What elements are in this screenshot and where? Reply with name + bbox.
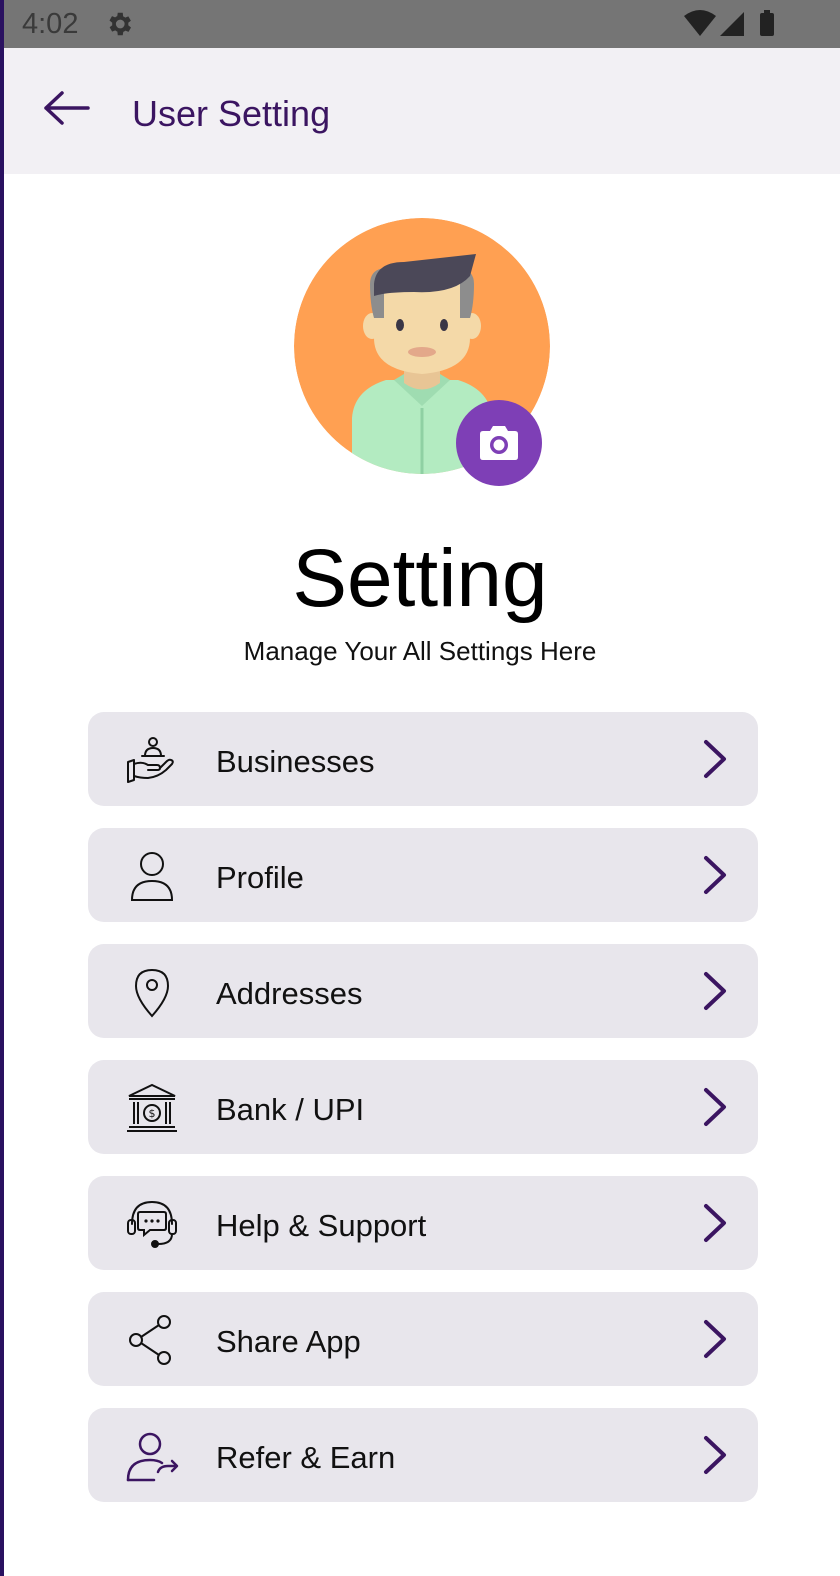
status-time: 4:02 bbox=[22, 8, 79, 40]
menu-item-refer-earn[interactable]: Refer & Earn bbox=[88, 1408, 758, 1502]
wifi-icon bbox=[684, 10, 716, 36]
chevron-right-icon bbox=[700, 970, 730, 1012]
menu-item-label: Help & Support bbox=[216, 1208, 427, 1243]
share-icon bbox=[124, 1314, 180, 1366]
menu-item-label: Profile bbox=[216, 860, 304, 895]
menu-item-share-app[interactable]: Share App bbox=[88, 1292, 758, 1386]
menu-item-label: Bank / UPI bbox=[216, 1092, 365, 1127]
status-icons bbox=[684, 10, 784, 43]
refer-user-icon bbox=[124, 1430, 180, 1482]
camera-icon bbox=[480, 426, 518, 460]
back-button[interactable] bbox=[40, 88, 92, 132]
menu-item-bank-upi[interactable]: $ Bank / UPI bbox=[88, 1060, 758, 1154]
battery-icon bbox=[760, 10, 774, 36]
settings-gear-icon bbox=[104, 9, 134, 39]
menu-item-help-support[interactable]: Help & Support bbox=[88, 1176, 758, 1270]
menu-item-label: Refer & Earn bbox=[216, 1440, 396, 1475]
signal-icon bbox=[720, 12, 744, 36]
chevron-right-icon bbox=[700, 1086, 730, 1128]
app-bar-title: User Setting bbox=[132, 93, 331, 134]
hand-user-icon bbox=[124, 734, 180, 786]
svg-text:$: $ bbox=[149, 1107, 156, 1120]
settings-menu: Businesses Profile Addresses $ Bank / UP… bbox=[88, 712, 758, 1524]
left-edge-strip bbox=[0, 0, 4, 1576]
user-icon bbox=[124, 850, 180, 902]
chevron-right-icon bbox=[700, 738, 730, 780]
page-subtitle: Manage Your All Settings Here bbox=[243, 636, 597, 666]
headset-chat-icon bbox=[124, 1198, 180, 1250]
menu-item-label: Businesses bbox=[216, 744, 375, 779]
chevron-right-icon bbox=[700, 1318, 730, 1360]
status-bar: 4:02 bbox=[4, 0, 840, 48]
app-bar: User Setting bbox=[4, 48, 840, 174]
menu-item-profile[interactable]: Profile bbox=[88, 828, 758, 922]
chevron-right-icon bbox=[700, 1202, 730, 1244]
menu-item-businesses[interactable]: Businesses bbox=[88, 712, 758, 806]
location-pin-icon bbox=[124, 966, 180, 1018]
chevron-right-icon bbox=[700, 1434, 730, 1476]
menu-item-addresses[interactable]: Addresses bbox=[88, 944, 758, 1038]
bank-icon: $ bbox=[124, 1082, 180, 1134]
menu-item-label: Share App bbox=[216, 1324, 361, 1359]
chevron-right-icon bbox=[700, 854, 730, 896]
change-photo-button[interactable] bbox=[456, 400, 542, 486]
arrow-left-icon bbox=[44, 91, 90, 125]
page-title: Setting bbox=[292, 533, 548, 624]
menu-item-label: Addresses bbox=[216, 976, 363, 1011]
